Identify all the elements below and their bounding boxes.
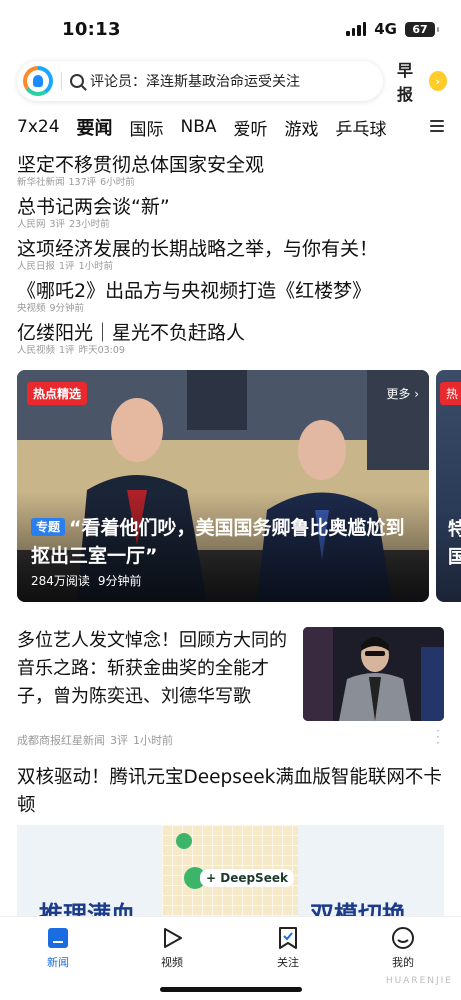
battery-icon: 67: [405, 21, 439, 37]
bottom-nav: 新闻 视频 关注 我的 HUARENJIE: [0, 916, 461, 1000]
search-row: 评论员：泽连斯基政治命运受关注 早报 ›: [0, 57, 461, 105]
headline-title[interactable]: 这项经济发展的长期战略之举，与你有关！: [17, 237, 444, 261]
tab-games[interactable]: 游戏: [285, 115, 319, 140]
search-icon: [70, 74, 84, 88]
headline-meta: 人民视频 1评 昨天03:09: [17, 345, 444, 357]
tab-pingpong[interactable]: 乒乓球: [336, 115, 387, 140]
yuanbao-logo-icon: [176, 833, 192, 849]
headline-time: 9分钟前: [49, 303, 85, 314]
article-title[interactable]: 多位艺人发文悼念！回顾方大同的音乐之路：斩获金曲奖的全能才子，曾为陈奕迅、刘德华…: [17, 627, 295, 711]
headline-time: 6小时前: [100, 177, 135, 188]
topic-tag: 专题: [31, 518, 66, 536]
list-item[interactable]: 《哪吒2》出品方与央视频打造《红楼梦》 央视频 9分钟前: [17, 279, 444, 321]
headline-meta: 央视频 9分钟前: [17, 303, 444, 315]
headline-comments: 137评: [68, 177, 97, 188]
article-card[interactable]: 多位艺人发文悼念！回顾方大同的音乐之路：斩获金曲奖的全能才子，曾为陈奕迅、刘德华…: [17, 627, 444, 727]
article-time: 1小时前: [133, 734, 173, 747]
headline-meta: 人民网 3评 23小时前: [17, 219, 444, 231]
headline-time: 1小时前: [78, 261, 114, 272]
nav-video[interactable]: 视频: [142, 925, 202, 970]
headline-source: 人民网: [17, 219, 46, 230]
headline-title[interactable]: 总书记两会谈“新”: [17, 195, 444, 219]
tab-international[interactable]: 国际: [130, 115, 164, 140]
zaobao-button[interactable]: 早报 ›: [397, 57, 447, 105]
nav-follow[interactable]: 关注: [258, 925, 318, 970]
category-tabs: 7x24 要闻 国际 NBA 爱听 游戏 乒乓球: [0, 105, 461, 149]
promo-banner[interactable]: + DeepSeek 推理满血 双模切换: [17, 825, 444, 917]
tab-7x24[interactable]: 7x24: [17, 117, 60, 137]
featured-title-text: “看着他们吵，美国国务卿鲁比奥尴尬到抠出三室一厅”: [31, 517, 405, 567]
promo-center-panel: + DeepSeek: [162, 825, 298, 917]
play-icon: [142, 925, 202, 951]
featured-time: 9分钟前: [97, 574, 142, 588]
tab-headlines[interactable]: 要闻: [77, 114, 113, 140]
headline-list: 坚定不移贯彻总体国家安全观 新华社新闻 137评 6小时前 总书记两会谈“新” 人民…: [0, 149, 461, 363]
nav-follow-label: 关注: [277, 956, 299, 969]
tab-listen[interactable]: 爱听: [234, 115, 268, 140]
list-item[interactable]: 总书记两会谈“新” 人民网 3评 23小时前: [17, 195, 444, 237]
headline-meta: 人民日报 1评 1小时前: [17, 261, 444, 273]
next-card-peek[interactable]: 热 特国: [436, 370, 461, 602]
article-card-2-title[interactable]: 双核驱动！腾讯元宝Deepseek满血版智能联网不卡顿: [17, 764, 444, 820]
search-query[interactable]: 评论员：泽连斯基政治命运受关注: [90, 71, 300, 91]
deepseek-pill: + DeepSeek: [200, 869, 294, 887]
status-bar: 10:13 4G 67: [0, 0, 461, 58]
news-icon: [28, 925, 88, 951]
nav-video-label: 视频: [161, 956, 183, 969]
article-thumbnail[interactable]: [303, 627, 444, 721]
more-options-icon[interactable]: · · ·: [436, 725, 440, 749]
promo-right-text: 双模切换: [310, 901, 406, 917]
headline-title[interactable]: 坚定不移贯彻总体国家安全观: [17, 153, 444, 177]
featured-carousel[interactable]: 热点精选 更多 › 专题 “看着他们吵，美国国务卿鲁比奥尴尬到抠出三室一厅” 28…: [17, 370, 461, 602]
headline-source: 新华社新闻: [17, 177, 65, 188]
headline-meta: 新华社新闻 137评 6小时前: [17, 177, 444, 189]
nav-news[interactable]: 新闻: [28, 925, 88, 970]
article-meta: 成都商报红星新闻 3评 1小时前: [17, 732, 178, 748]
headline-title[interactable]: 亿缕阳光｜星光不负赶路人: [17, 321, 444, 345]
search-box[interactable]: 评论员：泽连斯基政治命运受关注: [17, 61, 383, 101]
list-item[interactable]: 坚定不移贯彻总体国家安全观 新华社新闻 137评 6小时前: [17, 153, 444, 195]
headline-time: 昨天03:09: [78, 345, 125, 356]
headline-comments: 3评: [49, 219, 66, 230]
bookmark-icon: [258, 925, 318, 951]
article-source: 成都商报红星新闻: [17, 734, 105, 747]
hot-picks-badge: 热点精选: [27, 382, 88, 405]
menu-icon[interactable]: [430, 120, 444, 132]
watermark: HUARENJIE: [385, 976, 453, 986]
zaobao-label: 早报: [397, 61, 414, 104]
signal-icon: [346, 22, 367, 36]
list-item[interactable]: 这项经济发展的长期战略之举，与你有关！ 人民日报 1评 1小时前: [17, 237, 444, 279]
promo-left-text: 推理满血: [39, 901, 135, 917]
next-card-text: 特国: [448, 519, 461, 568]
featured-card[interactable]: 热点精选 更多 › 专题 “看着他们吵，美国国务卿鲁比奥尴尬到抠出三室一厅” 28…: [17, 370, 429, 602]
search-divider: [61, 72, 62, 90]
featured-title[interactable]: 专题 “看着他们吵，美国国务卿鲁比奥尴尬到抠出三室一厅”: [31, 514, 415, 570]
headline-comments: 1评: [59, 345, 75, 356]
featured-reads: 284万阅读: [31, 574, 90, 588]
status-indicators: 4G 67: [346, 20, 439, 38]
headline-time: 23小时前: [69, 219, 110, 230]
headline-title[interactable]: 《哪吒2》出品方与央视频打造《红楼梦》: [17, 279, 444, 303]
profile-icon: [373, 925, 433, 951]
app-logo-icon[interactable]: [23, 66, 53, 96]
network-type: 4G: [374, 20, 397, 38]
nav-news-label: 新闻: [47, 956, 69, 969]
next-card-badge: 热: [440, 382, 461, 405]
headline-comments: 1评: [59, 261, 75, 272]
headline-source: 央视频: [17, 303, 46, 314]
home-indicator: [160, 987, 302, 992]
nav-profile-label: 我的: [392, 956, 414, 969]
status-time: 10:13: [62, 18, 121, 40]
article-comments: 3评: [110, 734, 128, 747]
list-item[interactable]: 亿缕阳光｜星光不负赶路人 人民视频 1评 昨天03:09: [17, 321, 444, 363]
tab-nba[interactable]: NBA: [181, 117, 217, 137]
headline-source: 人民视频: [17, 345, 56, 356]
headline-source: 人民日报: [17, 261, 56, 272]
featured-meta: 284万阅读 9分钟前: [31, 572, 150, 589]
more-link[interactable]: 更多 ›: [386, 385, 419, 402]
zaobao-arrow-icon: ›: [428, 71, 447, 91]
nav-profile[interactable]: 我的: [373, 925, 433, 970]
